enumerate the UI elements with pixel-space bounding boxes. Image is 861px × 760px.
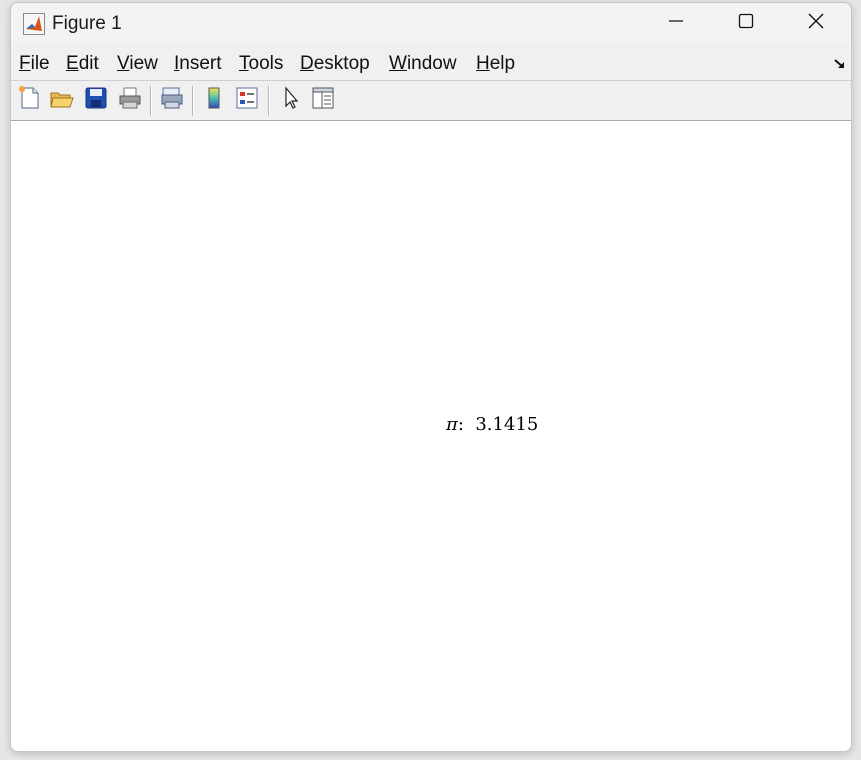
menu-tools[interactable]: Tools: [239, 53, 283, 75]
print-button[interactable]: [116, 86, 144, 114]
title-bar[interactable]: Figure 1: [11, 3, 851, 43]
open-file-icon: [49, 85, 75, 116]
maximize-icon: [738, 13, 754, 34]
menu-help[interactable]: Help: [476, 53, 515, 75]
figure-canvas[interactable]: π: 3.1415: [11, 121, 851, 751]
matlab-logo-icon: [23, 13, 45, 35]
menu-edit[interactable]: Edit: [66, 53, 99, 75]
close-icon: [808, 13, 824, 34]
menu-window[interactable]: Window: [389, 53, 457, 75]
new-figure-button[interactable]: [15, 85, 43, 116]
edit-plot-button[interactable]: [277, 85, 305, 116]
insert-colorbar-button[interactable]: [200, 86, 228, 114]
link-plot-button[interactable]: [158, 86, 186, 114]
edit-plot-arrow-icon: [278, 85, 304, 116]
property-inspector-icon: [310, 85, 336, 116]
pi-number: 3.1415: [475, 414, 539, 435]
menu-file[interactable]: File: [19, 53, 50, 75]
window-title: Figure 1: [52, 13, 122, 34]
property-inspector-button[interactable]: [309, 86, 337, 114]
pi-symbol: π: [446, 414, 458, 435]
new-figure-icon: [16, 85, 42, 116]
menu-bar: File Edit View Insert Tools Desktop Wind…: [11, 43, 851, 81]
minimize-icon: [668, 13, 684, 34]
open-file-button[interactable]: [48, 86, 76, 114]
maximize-button[interactable]: [711, 3, 781, 43]
insert-legend-button[interactable]: [233, 86, 261, 114]
colorbar-icon: [201, 85, 227, 116]
menu-insert[interactable]: Insert: [174, 53, 222, 75]
figure-window: Figure 1 File Edit View Insert Tools Des…: [10, 2, 852, 752]
pi-separator: :: [457, 414, 476, 435]
pi-value-text: π: 3.1415: [446, 414, 538, 435]
toolbar-separator: [192, 86, 194, 116]
dock-figure-icon[interactable]: [833, 57, 847, 71]
menu-view[interactable]: View: [117, 53, 158, 75]
minimize-button[interactable]: [641, 3, 711, 43]
toolbar-separator: [150, 86, 152, 116]
menu-desktop[interactable]: Desktop: [300, 53, 370, 75]
toolbar-separator: [268, 86, 270, 116]
close-button[interactable]: [781, 3, 851, 43]
save-icon: [83, 85, 109, 116]
legend-icon: [234, 85, 260, 116]
link-plot-icon: [159, 85, 185, 116]
figure-toolbar: [11, 81, 851, 121]
save-button[interactable]: [82, 86, 110, 114]
print-icon: [117, 85, 143, 116]
